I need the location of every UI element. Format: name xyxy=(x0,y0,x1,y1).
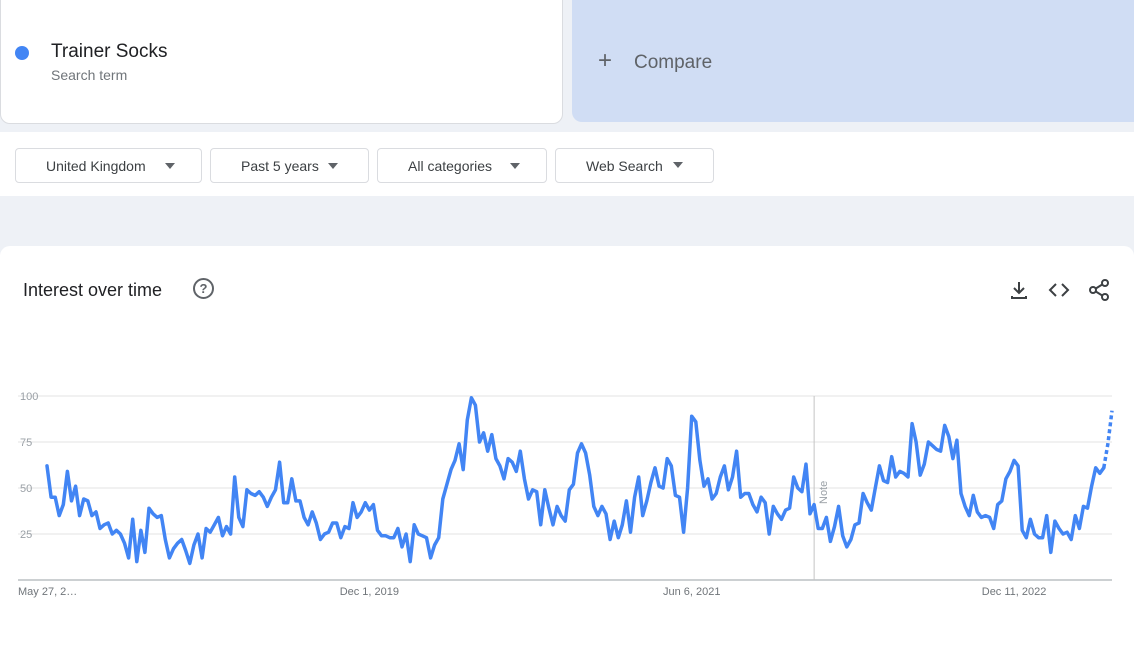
series-color-dot xyxy=(15,46,29,60)
category-dropdown-label: All categories xyxy=(408,157,493,174)
y-tick-label: 100 xyxy=(20,391,38,403)
search-type-dropdown-label: Web Search xyxy=(586,157,663,174)
search-term-card[interactable]: Trainer Socks Search term xyxy=(0,0,563,124)
x-tick-label: May 27, 2… xyxy=(18,586,77,598)
caret-down-icon xyxy=(673,162,683,168)
interest-line-chart[interactable]: 25 50 75 100 May 27, 2… Dec 1, 2019 Jun 6, 20… xyxy=(0,246,1134,620)
category-dropdown[interactable]: All categories xyxy=(377,148,547,183)
search-terms-bar: Trainer Socks Search term + Compare xyxy=(0,0,1134,132)
interest-over-time-card: Interest over time ? 25 50 75 100 May 27, 2… xyxy=(0,246,1134,666)
y-tick-label: 25 xyxy=(20,529,32,541)
y-tick-label: 75 xyxy=(20,437,32,449)
time-range-dropdown-label: Past 5 years xyxy=(241,157,319,174)
compare-button[interactable]: + Compare xyxy=(572,0,1134,122)
time-range-dropdown[interactable]: Past 5 years xyxy=(210,148,369,183)
search-term-name[interactable]: Trainer Socks xyxy=(51,41,168,63)
caret-down-icon xyxy=(510,163,520,169)
x-tick-label: Dec 11, 2022 xyxy=(982,586,1047,598)
note-label: Note xyxy=(818,481,830,504)
filter-bar: United Kingdom Past 5 years All categori… xyxy=(0,132,1134,196)
x-tick-label: Jun 6, 2021 xyxy=(663,586,721,598)
x-tick-label: Dec 1, 2019 xyxy=(340,586,399,598)
compare-label: Compare xyxy=(634,52,713,73)
series-line-trainer-socks xyxy=(45,396,1106,566)
caret-down-icon xyxy=(328,163,338,169)
series-line-partial-data xyxy=(1102,410,1114,469)
region-dropdown-label: United Kingdom xyxy=(46,157,146,174)
search-type-dropdown[interactable]: Web Search xyxy=(555,148,714,183)
region-dropdown[interactable]: United Kingdom xyxy=(15,148,202,183)
plus-icon: + xyxy=(598,47,613,74)
y-tick-label: 50 xyxy=(20,483,32,495)
search-term-subtitle: Search term xyxy=(51,67,128,83)
caret-down-icon xyxy=(165,163,175,169)
